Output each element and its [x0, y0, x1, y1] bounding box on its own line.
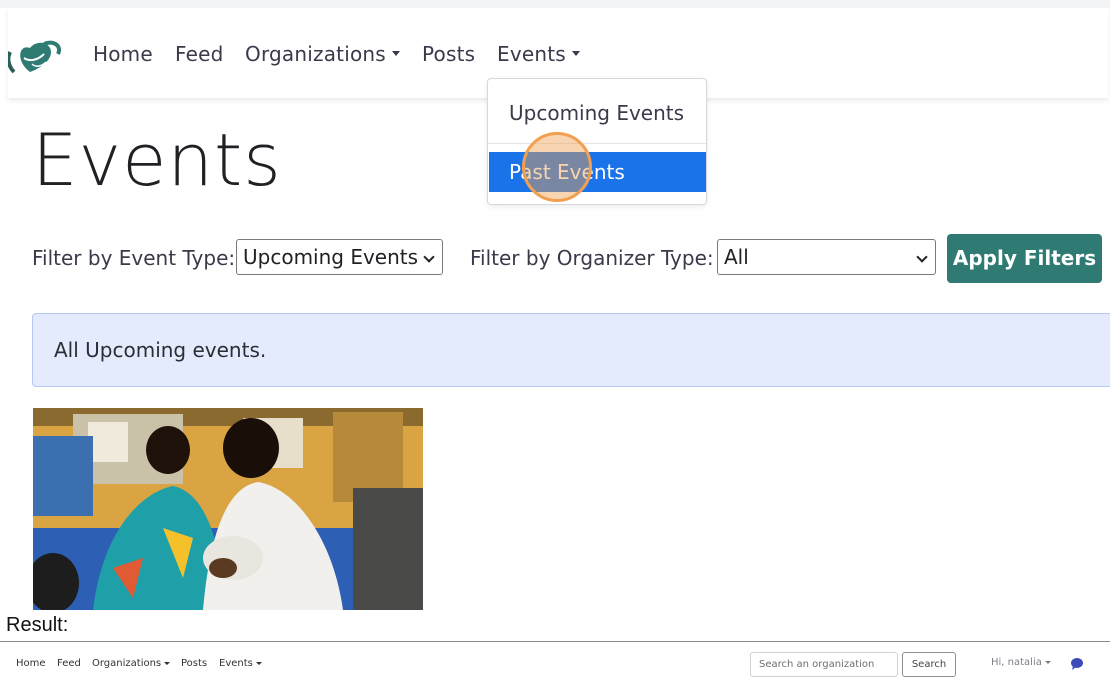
caret-down-icon	[255, 661, 262, 665]
result-nav-organizations[interactable]: Organizations	[92, 658, 171, 669]
nav-posts[interactable]: Posts	[422, 42, 475, 66]
dropdown-divider	[488, 143, 706, 144]
organizer-type-filter-label: Filter by Organizer Type:	[470, 246, 714, 270]
result-nav-feed[interactable]: Feed	[57, 658, 81, 669]
result-nav-events[interactable]: Events	[219, 658, 262, 669]
events-dropdown-menu: Upcoming Events Past Events	[487, 78, 707, 205]
nav-events[interactable]: Events	[497, 42, 580, 66]
caret-down-icon	[391, 51, 400, 56]
chevron-down-icon	[916, 251, 928, 263]
user-greeting-label: Hi, natalia	[991, 657, 1042, 668]
organizer-type-select[interactable]: All	[717, 239, 936, 275]
event-type-select-value: Upcoming Events	[243, 245, 419, 269]
click-indicator	[522, 132, 592, 202]
result-nav-events-label: Events	[219, 658, 253, 669]
user-menu-greeting[interactable]: Hi, natalia	[991, 657, 1051, 668]
nav-home[interactable]: Home	[93, 42, 153, 66]
events-info-alert: All Upcoming events.	[32, 313, 1110, 387]
caret-down-icon	[1044, 660, 1051, 664]
result-navbar: Home Feed Organizations Posts Events Sea…	[0, 642, 1110, 684]
page-title: Events	[32, 118, 282, 202]
result-nav-posts[interactable]: Posts	[181, 658, 207, 669]
search-organization-input[interactable]: Search an organization	[750, 652, 898, 677]
chat-bubble-icon[interactable]	[1070, 657, 1084, 671]
caret-down-icon	[164, 661, 171, 665]
search-button[interactable]: Search	[902, 652, 956, 677]
dropdown-item-upcoming-events[interactable]: Upcoming Events	[488, 92, 706, 134]
event-type-select[interactable]: Upcoming Events	[236, 239, 443, 275]
nav-events-label: Events	[497, 42, 566, 66]
result-nav-organizations-label: Organizations	[92, 658, 162, 669]
event-type-filter-label: Filter by Event Type:	[32, 246, 236, 270]
heart-hands-logo-icon[interactable]	[8, 38, 68, 82]
zoomed-screenshot: Home Feed Organizations Posts Events Upc…	[0, 0, 1110, 610]
organizer-type-select-value: All	[724, 245, 749, 269]
events-info-text: All Upcoming events.	[54, 338, 267, 362]
nav-organizations-label: Organizations	[245, 42, 386, 66]
result-label: Result:	[6, 614, 69, 636]
nav-organizations[interactable]: Organizations	[245, 42, 400, 66]
browser-top-strip	[0, 0, 1110, 8]
apply-filters-button[interactable]: Apply Filters	[947, 234, 1102, 283]
nav-feed[interactable]: Feed	[175, 42, 224, 66]
result-nav-home[interactable]: Home	[16, 658, 46, 669]
caret-down-icon	[571, 51, 580, 56]
chevron-down-icon	[423, 251, 435, 263]
event-photo[interactable]	[33, 408, 423, 610]
